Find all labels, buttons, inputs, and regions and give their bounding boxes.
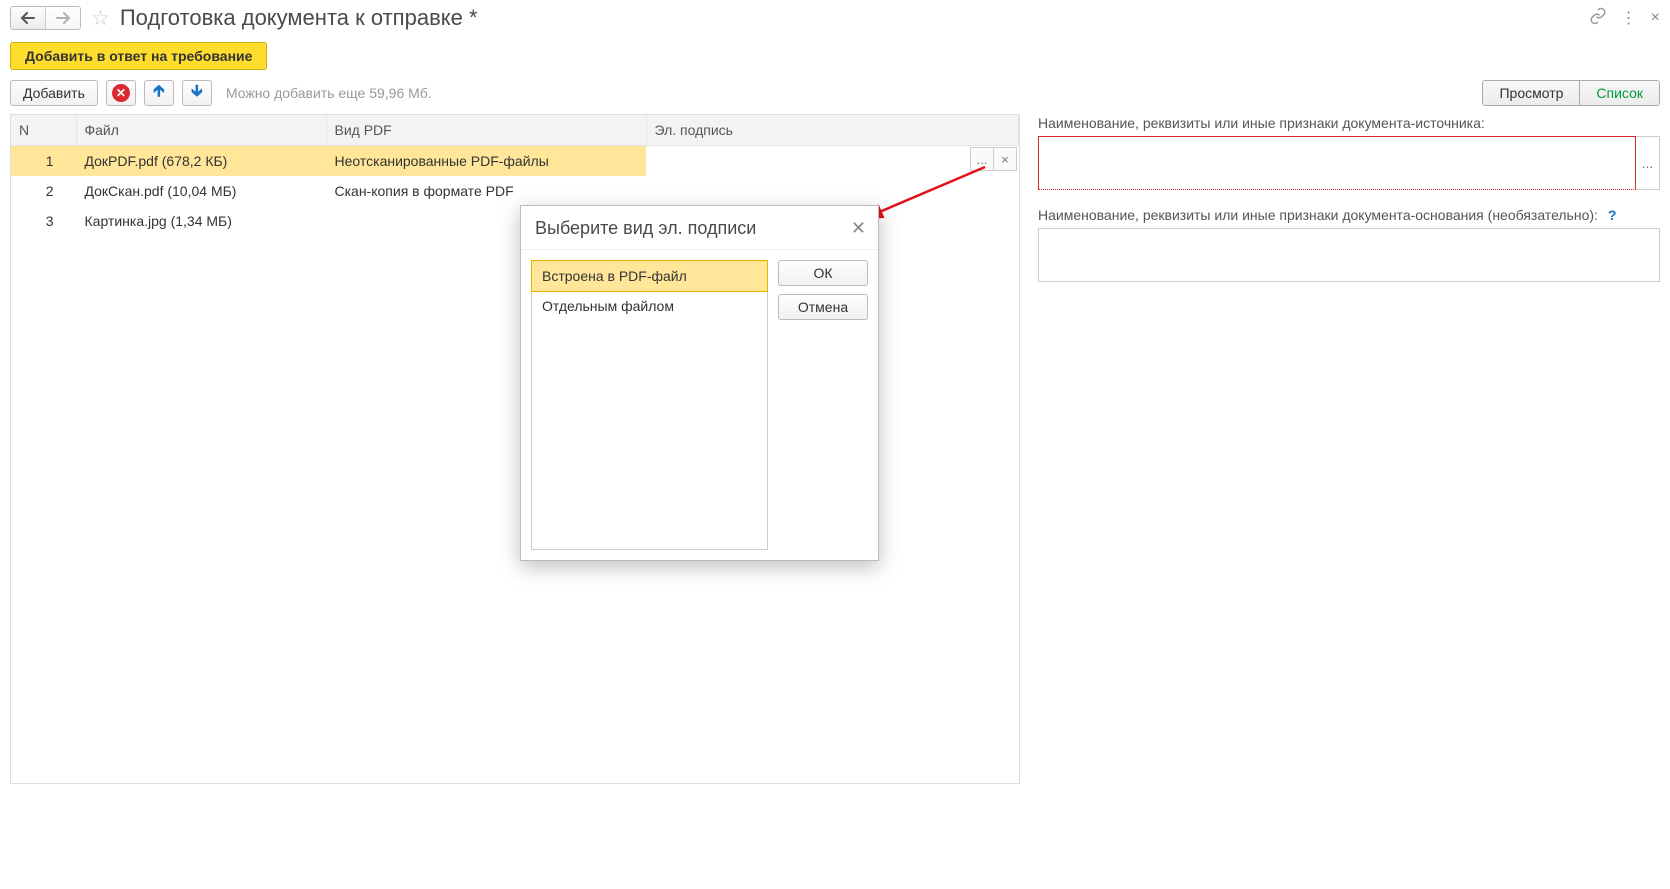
move-down-button[interactable]: 🡳 (182, 80, 212, 106)
cell-pdf: Неотсканированные PDF-файлы (326, 146, 646, 177)
cell-choose-button[interactable]: ... (970, 147, 994, 171)
table-row[interactable]: 1 ДокPDF.pdf (678,2 КБ) Неотсканированны… (11, 146, 1019, 177)
col-header-file[interactable]: Файл (76, 115, 326, 146)
dialog-cancel-button[interactable]: Отмена (778, 294, 868, 320)
move-up-button[interactable]: 🡱 (144, 80, 174, 106)
cell-clear-button[interactable]: × (994, 147, 1017, 171)
source-doc-choose-button[interactable]: ... (1636, 136, 1660, 190)
dialog-close-button[interactable]: ✕ (851, 218, 866, 239)
nav-forward-button[interactable] (46, 7, 80, 29)
cell-file: ДокPDF.pdf (678,2 КБ) (76, 146, 326, 177)
help-icon[interactable]: ? (1608, 207, 1617, 223)
link-icon[interactable] (1589, 7, 1607, 30)
cell-signature[interactable] (646, 176, 1019, 206)
delete-x-icon: ✕ (112, 84, 130, 102)
add-button[interactable]: Добавить (10, 80, 98, 106)
cell-n: 3 (11, 206, 76, 236)
arrow-down-icon: 🡳 (191, 80, 203, 107)
nav-back-button[interactable] (11, 7, 46, 29)
window-title: Подготовка документа к отправке * (120, 5, 478, 31)
table-row[interactable]: 2 ДокСкан.pdf (10,04 МБ) Скан-копия в фо… (11, 176, 1019, 206)
col-header-pdf[interactable]: Вид PDF (326, 115, 646, 146)
signature-type-dialog: Выберите вид эл. подписи ✕ Встроена в PD… (520, 205, 879, 561)
arrow-up-icon: 🡱 (153, 80, 165, 107)
dialog-title: Выберите вид эл. подписи (535, 218, 756, 239)
signature-option[interactable]: Встроена в PDF-файл (531, 260, 768, 292)
add-to-response-button[interactable]: Добавить в ответ на требование (10, 42, 267, 70)
col-header-signature[interactable]: Эл. подпись (646, 115, 1019, 146)
size-hint: Можно добавить еще 59,96 Мб. (226, 85, 432, 101)
cell-pdf: Скан-копия в формате PDF (326, 176, 646, 206)
view-mode-button[interactable]: Просмотр (1483, 81, 1580, 105)
more-menu-icon[interactable]: ⋮ (1621, 8, 1637, 28)
cell-n: 1 (11, 146, 76, 177)
dialog-ok-button[interactable]: ОК (778, 260, 868, 286)
delete-button[interactable]: ✕ (106, 80, 136, 106)
signature-options-list: Встроена в PDF-файл Отдельным файлом (531, 260, 768, 550)
cell-n: 2 (11, 176, 76, 206)
col-header-n[interactable]: N (11, 115, 76, 146)
basis-doc-label: Наименование, реквизиты или иные признак… (1038, 207, 1598, 223)
cell-file: ДокСкан.pdf (10,04 МБ) (76, 176, 326, 206)
signature-option[interactable]: Отдельным файлом (532, 291, 767, 321)
source-doc-input[interactable] (1038, 136, 1636, 190)
list-mode-button[interactable]: Список (1580, 81, 1659, 105)
cell-signature[interactable] (646, 146, 1019, 177)
window-close-icon[interactable]: × (1651, 9, 1660, 27)
cell-file: Картинка.jpg (1,34 МБ) (76, 206, 326, 236)
favorite-star-icon[interactable]: ☆ (91, 6, 110, 31)
basis-doc-input[interactable] (1038, 228, 1660, 282)
source-doc-label: Наименование, реквизиты или иные признак… (1038, 114, 1660, 132)
